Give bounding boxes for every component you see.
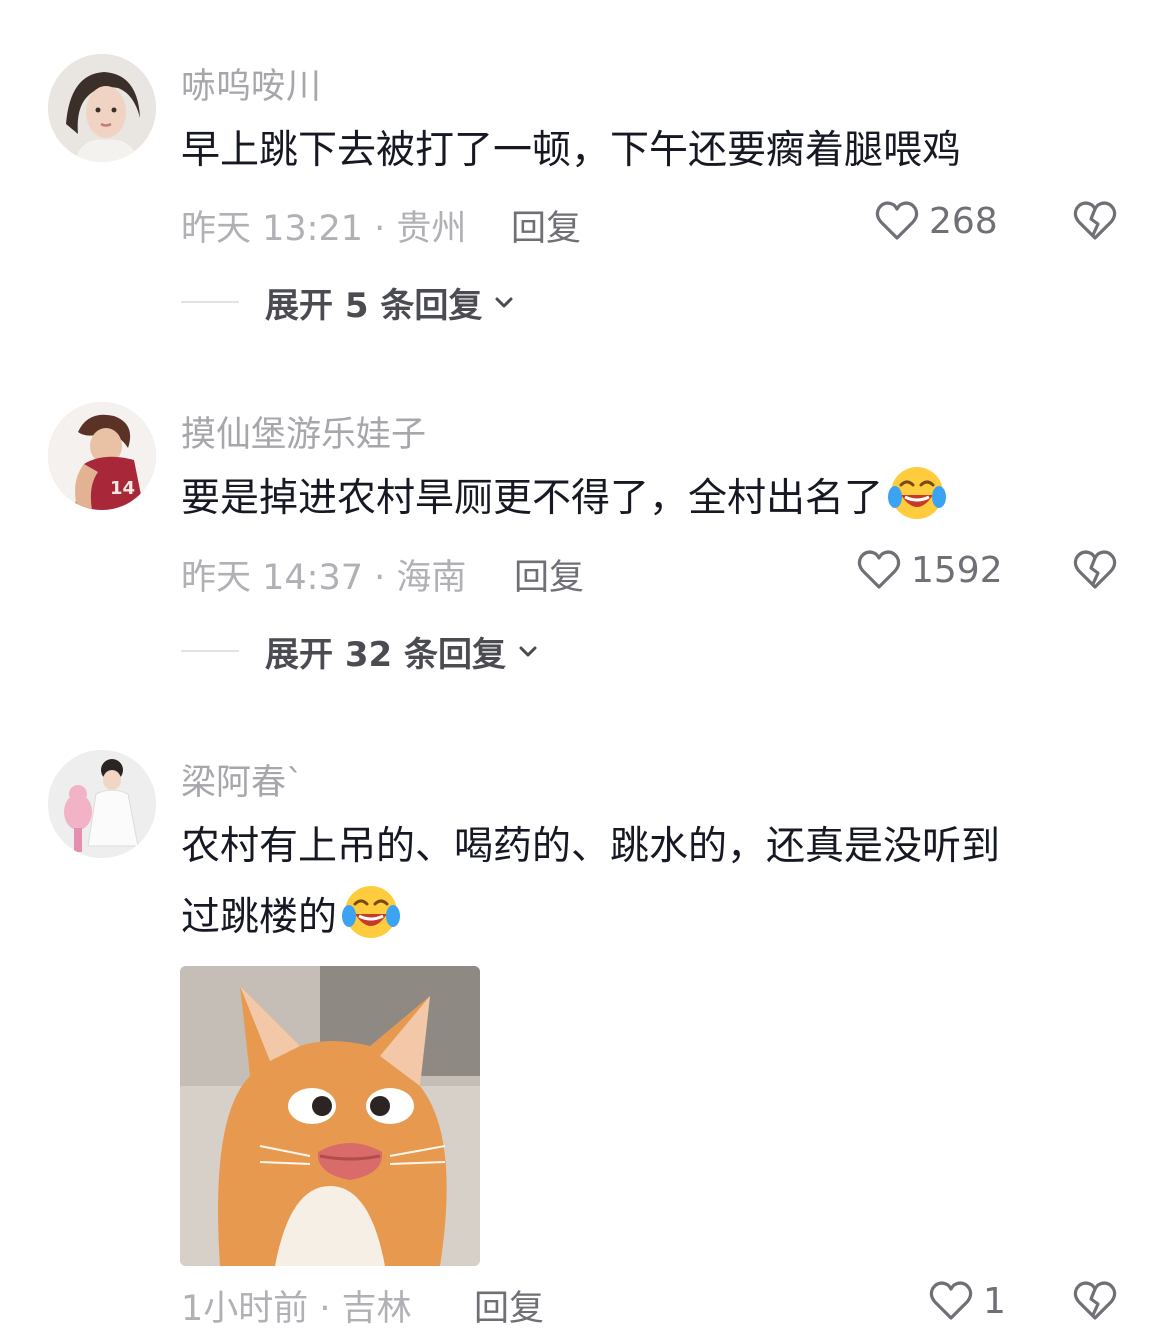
like-count: 268	[929, 200, 998, 242]
time-location: 1小时前 · 吉林	[181, 1289, 412, 1329]
comment-text-content: 要是掉进农村旱厕更不得了，全村出名了	[181, 476, 884, 521]
expand-divider	[181, 301, 239, 303]
comment-text-content: 过跳楼的	[181, 895, 338, 940]
time-location: 昨天 14:37 · 海南	[181, 558, 467, 598]
sticker-image[interactable]	[180, 966, 480, 1266]
avatar[interactable]: 14	[48, 402, 156, 510]
heart-outline-icon	[875, 201, 919, 240]
like-count: 1	[983, 1280, 1006, 1322]
laughing-tears-emoji	[342, 886, 401, 938]
expand-divider	[181, 650, 239, 652]
comment-text-line: 过跳楼的	[181, 882, 1000, 953]
expand-replies-label: 展开 32 条回复	[265, 634, 506, 675]
avatar[interactable]	[48, 750, 156, 858]
reply-button[interactable]: 回复	[514, 549, 584, 600]
laughing-tears-emoji	[888, 467, 947, 519]
expand-replies[interactable]: 展开 5 条回复	[181, 278, 516, 326]
chevron-down-icon	[495, 297, 513, 308]
broken-heart-icon[interactable]	[1071, 546, 1119, 594]
comment-text-line: 农村有上吊的、喝药的、跳水的，还真是没听到	[181, 824, 1001, 869]
username[interactable]: 摸仙堡游乐娃子	[181, 406, 426, 457]
broken-heart-icon[interactable]	[1071, 197, 1119, 245]
expand-replies-label: 展开 5 条回复	[265, 285, 483, 326]
reply-button[interactable]: 回复	[511, 200, 581, 251]
username[interactable]: 梁阿春`	[181, 754, 304, 805]
svg-text:14: 14	[110, 478, 135, 499]
avatar[interactable]	[48, 54, 156, 162]
comment-text-line: 早上跳下去被打了一顿，下午还要瘸着腿喂鸡	[181, 128, 962, 173]
comment-text-line: 要是掉进农村旱厕更不得了，全村出名了	[181, 463, 947, 534]
like-button[interactable]: 1592	[855, 546, 1003, 594]
heart-outline-icon	[857, 550, 901, 589]
chevron-down-icon	[519, 646, 537, 657]
like-button[interactable]: 268	[873, 197, 998, 245]
comment-text: 早上跳下去被打了一顿，下午还要瘸着腿喂鸡	[181, 115, 961, 186]
heart-outline-icon	[929, 1281, 973, 1320]
reply-button[interactable]: 回复	[474, 1280, 544, 1331]
username[interactable]: 哧呜咹川	[181, 58, 321, 109]
like-count: 1592	[911, 549, 1003, 591]
time-location: 昨天 13:21 · 贵州	[181, 209, 467, 249]
broken-heart-icon[interactable]	[1071, 1277, 1119, 1325]
comment-text: 农村有上吊的、喝药的、跳水的，还真是没听到 过跳楼的	[181, 811, 1000, 953]
comment-text: 要是掉进农村旱厕更不得了，全村出名了	[181, 463, 947, 534]
like-button[interactable]: 1	[927, 1277, 1006, 1325]
expand-replies[interactable]: 展开 32 条回复	[181, 627, 540, 675]
